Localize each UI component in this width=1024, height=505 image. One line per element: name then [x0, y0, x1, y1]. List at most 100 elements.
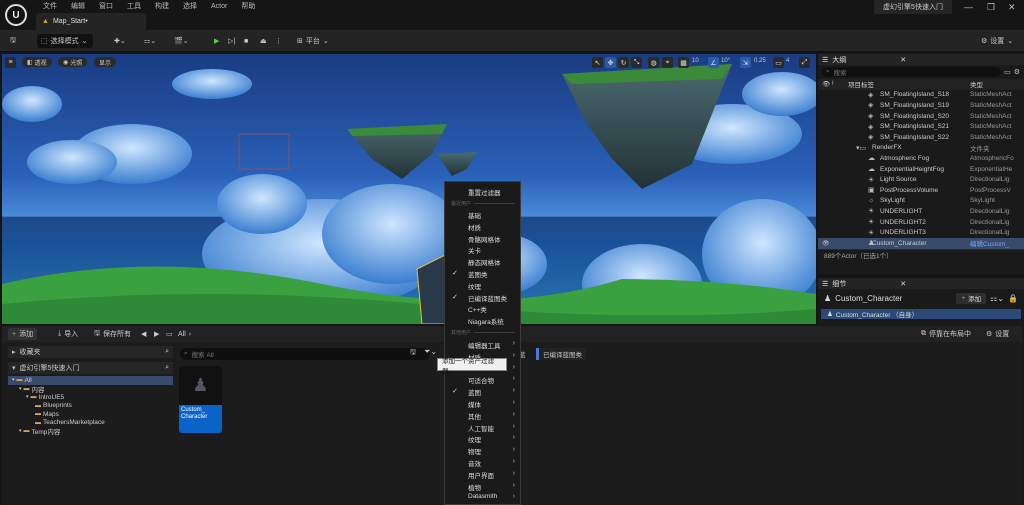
- outliner-row[interactable]: ▣ PostProcessVolume PostProcessV: [818, 185, 1024, 196]
- rotate-icon[interactable]: ↻: [618, 57, 629, 68]
- camera-speed-value[interactable]: 4: [786, 58, 789, 64]
- chevron-down-icon[interactable]: ▾: [19, 428, 22, 434]
- save-search-icon[interactable]: 🖫: [410, 348, 416, 359]
- scale-snap-icon[interactable]: ⇲: [740, 57, 751, 68]
- filter-item[interactable]: 物理: [468, 446, 481, 456]
- folder-tree-item[interactable]: ▬ Maps: [8, 410, 173, 419]
- restore-icon[interactable]: ❐: [987, 2, 995, 13]
- gear-icon[interactable]: ⚙: [1014, 68, 1020, 76]
- surface-snap-icon[interactable]: ⌖: [662, 57, 673, 68]
- project-header[interactable]: ▾ 虚幻引擎5快速入门 ⌕: [8, 362, 173, 374]
- scale-value[interactable]: 0.25: [754, 58, 766, 64]
- outliner-row[interactable]: ☀ UNDERLIGHT2 DirectionalLig: [818, 217, 1024, 228]
- reset-filters-item[interactable]: 重置过滤器: [468, 187, 501, 197]
- filter-item[interactable]: 静态网格体: [468, 257, 501, 267]
- angle-snap-icon[interactable]: ∠: [708, 57, 719, 68]
- close-icon[interactable]: ✕: [900, 56, 906, 64]
- menu-file[interactable]: 文件: [36, 2, 64, 11]
- blueprint-button[interactable]: ⚏⌄: [140, 34, 160, 48]
- outliner-row[interactable]: 👁 ♟ Custom_Character 编辑Custom_: [818, 237, 1024, 249]
- outliner-row[interactable]: ◈ SM_FloatingIsland_S22 StaticMeshAct: [818, 132, 1024, 143]
- close-icon[interactable]: ✕: [900, 280, 906, 288]
- filter-item[interactable]: 音效: [468, 458, 481, 468]
- filter-item[interactable]: 已编译蓝图类: [468, 293, 507, 303]
- column-type[interactable]: 类型: [970, 79, 983, 89]
- hamburger-icon[interactable]: ≡: [5, 57, 16, 68]
- menu-window[interactable]: 窗口: [92, 2, 120, 11]
- filter-icon[interactable]: ⏷⌄: [424, 347, 437, 357]
- filter-item[interactable]: 骨骼网格体: [468, 234, 501, 244]
- outliner-row[interactable]: ☼ SkyLight SkyLight: [818, 196, 1024, 207]
- minimize-icon[interactable]: —: [964, 2, 973, 12]
- add-button[interactable]: + 添加: [8, 328, 38, 340]
- eye-icon[interactable]: 👁: [822, 80, 830, 88]
- filter-item[interactable]: 可适合物: [468, 375, 494, 385]
- step-icon[interactable]: ▷|: [224, 34, 239, 48]
- filter-chip-compiled-blueprint[interactable]: 已编译蓝图类: [536, 348, 586, 360]
- perspective-button[interactable]: ◧ 透视: [22, 57, 52, 67]
- outliner-row[interactable]: ☁ Atmospheric Fog AtmosphericFo: [818, 153, 1024, 164]
- world-icon[interactable]: ◍: [648, 57, 659, 68]
- favorites-header[interactable]: ▸ 收藏夹 ⌕: [8, 346, 173, 358]
- grid-snap-icon[interactable]: ▦: [678, 57, 689, 68]
- dock-in-layout-button[interactable]: ⧉ 停靠在布局中: [917, 328, 975, 340]
- filter-item[interactable]: 蓝图类: [468, 269, 488, 279]
- close-icon[interactable]: ✕: [1008, 2, 1016, 13]
- search-icon[interactable]: ⌕: [165, 348, 169, 356]
- folder-add-icon[interactable]: ▭: [1004, 68, 1011, 76]
- angle-value[interactable]: 10°: [721, 58, 730, 64]
- filter-item[interactable]: 关卡: [468, 245, 481, 255]
- level-viewport[interactable]: ≡ ◧ 透视 ◉ 光照 显示 ↖ ✥ ↻ ⤡ ◍ ⌖ ▦ 10 ∠ 10° ⇲ 0.…: [2, 54, 816, 324]
- lit-button[interactable]: ◉ 光照: [58, 57, 88, 67]
- cb-settings-button[interactable]: ⚙ 设置: [982, 328, 1013, 340]
- asset-search-input[interactable]: ⌕ 搜索 All: [180, 348, 430, 360]
- save-icon[interactable]: 🖫: [6, 34, 20, 48]
- settings-button[interactable]: ⚙ 设置 ⌄: [977, 34, 1017, 48]
- outliner-row[interactable]: ☁ ExponentialHeightFog ExponentialHe: [818, 164, 1024, 175]
- details-component-row[interactable]: ♟ Custom_Character （自身）: [821, 309, 1021, 319]
- asset-tile-custom-character[interactable]: ♟ Custom_ Character: [179, 366, 222, 433]
- filter-item[interactable]: 用户界面: [468, 470, 494, 480]
- maximize-viewport-icon[interactable]: ⤢: [799, 57, 810, 68]
- filter-item[interactable]: C++类: [468, 304, 487, 314]
- pin-icon[interactable]: ⍿: [832, 80, 834, 88]
- scale-icon[interactable]: ⤡: [631, 57, 642, 68]
- column-label[interactable]: 项目标签: [848, 79, 874, 89]
- menu-edit[interactable]: 编辑: [64, 2, 92, 11]
- outliner-row[interactable]: ▾▭ RenderFX 文件夹: [818, 143, 1024, 154]
- outliner-row[interactable]: ☀ Light Source DirectionalLig: [818, 174, 1024, 185]
- history-back-icon[interactable]: ◀: [137, 328, 150, 340]
- select-icon[interactable]: ↖: [592, 57, 603, 68]
- add-content-button[interactable]: ✚⌄: [110, 34, 130, 48]
- grid-value[interactable]: 10: [692, 58, 699, 64]
- filter-item[interactable]: Datasmith: [468, 493, 497, 500]
- camera-speed-icon[interactable]: ▭: [773, 57, 784, 68]
- chevron-down-icon[interactable]: ▾: [26, 394, 29, 400]
- folder-tree-item[interactable]: ▾ ▬ 内容: [8, 385, 173, 394]
- outliner-row[interactable]: ◈ SM_FloatingIsland_S18 StaticMeshAct: [818, 90, 1024, 101]
- lock-icon[interactable]: 🔒: [1008, 294, 1018, 303]
- menu-build[interactable]: 构建: [148, 2, 176, 11]
- filter-item[interactable]: 材质: [468, 222, 481, 232]
- filter-item[interactable]: 植物: [468, 482, 481, 492]
- outliner-row[interactable]: ◈ SM_FloatingIsland_S20 StaticMeshAct: [818, 111, 1024, 122]
- outliner-row[interactable]: ◈ SM_FloatingIsland_S21 StaticMeshAct: [818, 121, 1024, 132]
- select-mode-dropdown[interactable]: ⬚ 选择模式 ⌄: [37, 34, 93, 48]
- filter-item[interactable]: 纹理: [468, 434, 481, 444]
- menu-help[interactable]: 帮助: [234, 2, 262, 11]
- outliner-row[interactable]: ☀ UNDERLIGHT3 DirectionalLig: [818, 227, 1024, 238]
- filter-item[interactable]: 其他: [468, 411, 481, 421]
- unreal-logo-icon[interactable]: U: [5, 4, 27, 26]
- save-all-button[interactable]: 🖫 保存所有: [90, 328, 135, 340]
- tab-map-start[interactable]: ▲ Map_Start•: [36, 13, 146, 30]
- filter-item[interactable]: Niagara系统: [468, 316, 504, 326]
- chevron-down-icon[interactable]: ▾: [12, 377, 15, 383]
- filter-item[interactable]: 蓝图: [468, 387, 481, 397]
- filter-item[interactable]: 基础: [468, 210, 481, 220]
- menu-select[interactable]: 选择: [176, 2, 204, 11]
- platform-dropdown[interactable]: ⊞ 平台 ⌄: [293, 34, 333, 48]
- breadcrumb-all[interactable]: All ›: [174, 328, 195, 340]
- outliner-search-input[interactable]: ⌕ 搜索: [822, 67, 1002, 77]
- more-options-icon[interactable]: ⋮: [271, 34, 286, 48]
- stop-icon[interactable]: ■: [240, 34, 252, 48]
